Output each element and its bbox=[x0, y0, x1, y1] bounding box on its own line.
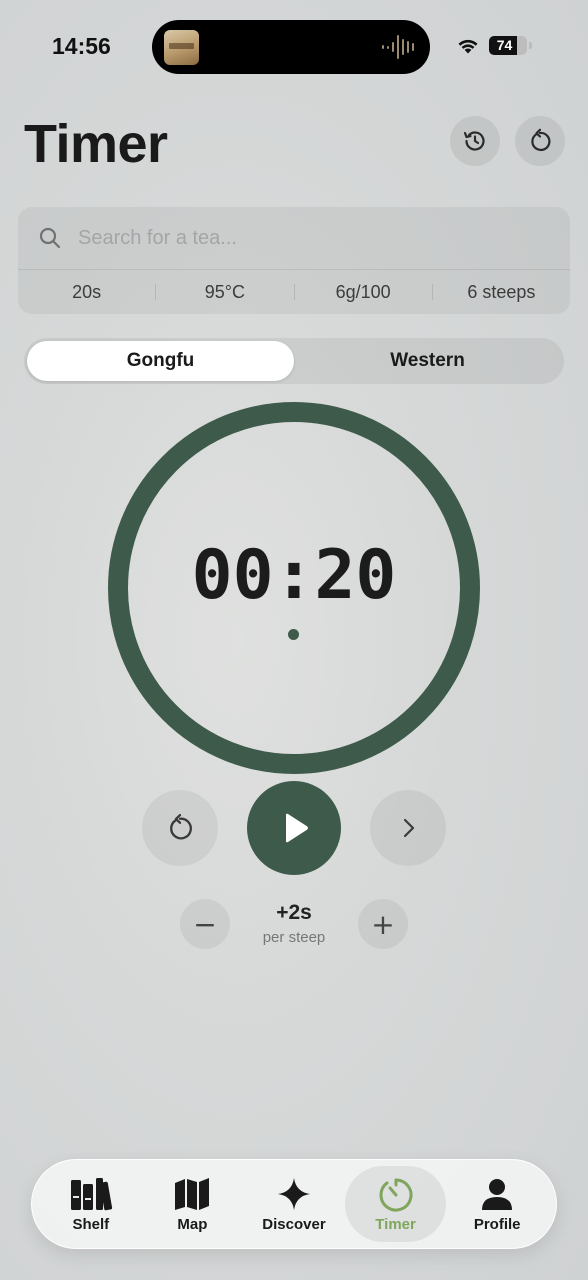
timer-icon bbox=[377, 1176, 415, 1212]
leaf-ratio[interactable]: 6g/100 bbox=[295, 282, 432, 303]
wifi-icon bbox=[458, 39, 478, 54]
tab-map[interactable]: Map bbox=[142, 1166, 244, 1242]
play-icon bbox=[286, 813, 308, 843]
battery-icon: 74 bbox=[489, 36, 527, 55]
history-button[interactable] bbox=[450, 116, 500, 166]
tab-bar: Shelf Map Discover Timer Profile bbox=[31, 1159, 557, 1249]
tab-label: Map bbox=[177, 1215, 208, 1233]
tab-shelf[interactable]: Shelf bbox=[40, 1166, 142, 1242]
steep-count[interactable]: 6 steeps bbox=[433, 282, 570, 303]
timer-display: 00:20 bbox=[191, 536, 397, 615]
tab-label: Shelf bbox=[72, 1215, 110, 1233]
water-temperature[interactable]: 95°C bbox=[156, 282, 293, 303]
increment-value: +2s bbox=[276, 901, 312, 924]
search-card: 20s 95°C 6g/100 6 steeps bbox=[18, 207, 570, 314]
next-steep-button[interactable] bbox=[370, 790, 446, 866]
search-icon bbox=[38, 226, 62, 250]
now-playing-artwork bbox=[164, 30, 199, 65]
tab-label: Profile bbox=[473, 1215, 521, 1233]
person-icon bbox=[480, 1176, 514, 1212]
audio-waveform-icon bbox=[382, 34, 414, 60]
tab-discover[interactable]: Discover bbox=[243, 1166, 345, 1242]
decrease-increment-button[interactable]: − bbox=[180, 899, 230, 949]
status-indicators: 74 bbox=[457, 36, 532, 55]
tab-label: Discover bbox=[262, 1215, 326, 1233]
page-title: Timer bbox=[24, 114, 168, 174]
restart-steep-button[interactable] bbox=[142, 790, 218, 866]
battery-level: 74 bbox=[496, 37, 513, 53]
map-icon bbox=[173, 1176, 211, 1212]
status-time: 14:56 bbox=[52, 33, 111, 59]
tab-timer[interactable]: Timer bbox=[344, 1166, 447, 1242]
restart-icon bbox=[170, 813, 192, 840]
chevron-right-icon bbox=[403, 818, 415, 838]
play-button[interactable] bbox=[247, 781, 341, 875]
tab-label: Timer bbox=[375, 1215, 416, 1233]
reset-icon bbox=[531, 128, 551, 152]
steep-time[interactable]: 20s bbox=[18, 282, 155, 303]
history-icon bbox=[463, 131, 485, 151]
dynamic-island[interactable] bbox=[152, 20, 430, 74]
increment-caption: per steep bbox=[262, 929, 326, 946]
search-input[interactable] bbox=[78, 226, 518, 250]
steep-indicator-dot bbox=[288, 629, 299, 640]
mode-western[interactable]: Western bbox=[294, 341, 561, 381]
reset-button[interactable] bbox=[515, 116, 565, 166]
mode-gongfu[interactable]: Gongfu bbox=[27, 341, 294, 381]
tab-profile[interactable]: Profile bbox=[446, 1166, 548, 1242]
brew-mode-selector: Gongfu Western bbox=[24, 338, 564, 384]
shelf-icon bbox=[69, 1176, 113, 1212]
sparkle-icon bbox=[276, 1176, 312, 1212]
increase-increment-button[interactable]: + bbox=[358, 899, 408, 949]
tea-parameters: 20s 95°C 6g/100 6 steeps bbox=[18, 270, 570, 314]
